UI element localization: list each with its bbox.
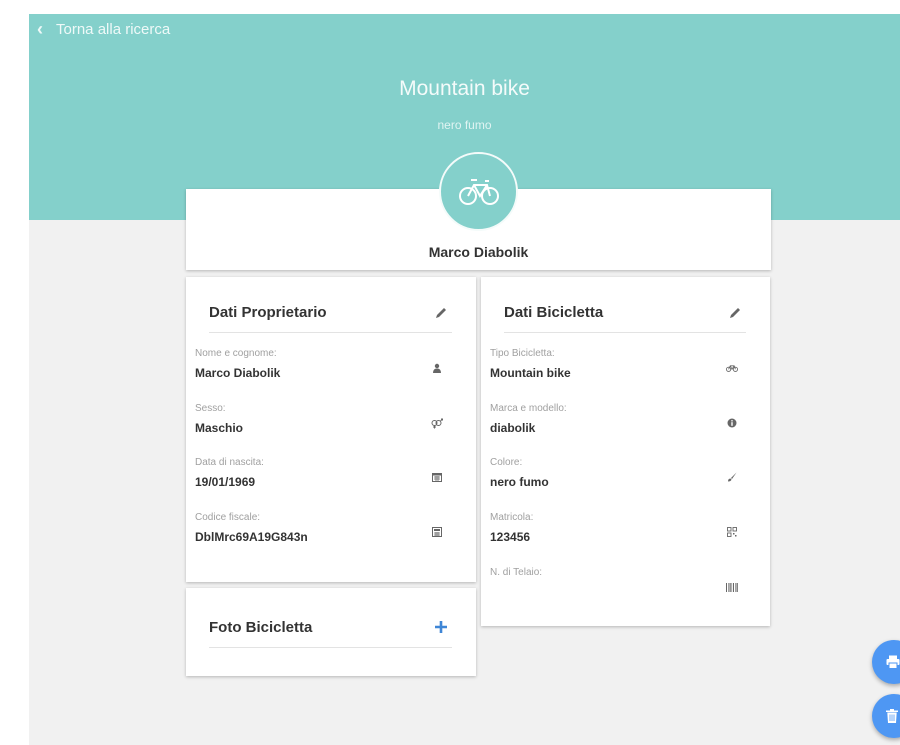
brush-icon (726, 471, 738, 483)
bike-photo-card: Foto Bicicletta (186, 588, 476, 676)
calendar-icon (431, 471, 443, 483)
page-subtitle: nero fumo (437, 118, 492, 132)
field-value: Mountain bike (490, 366, 571, 380)
owner-field-gender: Sesso: Maschio (195, 403, 453, 435)
field-value: Maschio (195, 421, 244, 435)
chevron-left-icon: ‹ (37, 19, 43, 39)
bike-avatar (439, 152, 518, 231)
bike-field-type: Tipo Bicicletta: Mountain bike (490, 348, 748, 380)
pencil-icon[interactable] (434, 305, 448, 319)
plus-icon (435, 621, 447, 633)
bike-field-brand: Marca e modello: diabolik (490, 403, 748, 435)
field-label: Colore: (490, 457, 523, 468)
field-label: Sesso: (195, 403, 226, 414)
page-title: Mountain bike (399, 77, 530, 100)
field-label: Matricola: (490, 512, 534, 523)
field-value: Marco Diabolik (195, 366, 281, 380)
owner-field-birthdate: Data di nascita: 19/01/1969 (195, 457, 453, 489)
field-label: N. di Telaio: (490, 567, 543, 578)
bike-card-title: Dati Bicicletta (504, 304, 604, 321)
bike-field-frame-number: N. di Telaio: (490, 567, 748, 592)
field-label: Data di nascita: (195, 457, 264, 468)
back-link[interactable]: ‹ Torna alla ricerca (37, 20, 170, 38)
info-icon (726, 417, 738, 429)
bike-data-card: Dati Bicicletta Tipo Bicicletta: Mountai… (481, 277, 770, 626)
field-label: Tipo Bicicletta: (490, 348, 555, 359)
owner-card-title: Dati Proprietario (209, 304, 327, 321)
user-icon (431, 362, 443, 374)
photo-card-title: Foto Bicicletta (209, 619, 313, 636)
qrcode-icon (726, 526, 738, 538)
bike-field-color: Colore: nero fumo (490, 457, 748, 489)
pencil-icon[interactable] (728, 305, 742, 319)
field-label: Codice fiscale: (195, 512, 261, 523)
field-value: nero fumo (490, 475, 549, 489)
calculator-icon (431, 526, 443, 538)
owner-data-card: Dati Proprietario Nome e cognome: Marco … (186, 277, 476, 582)
bicycle-icon (458, 178, 499, 205)
owner-field-fiscal-code: Codice fiscale: DblMrc69A19G843n (195, 512, 453, 544)
barcode-icon (726, 581, 738, 593)
add-photo-button[interactable] (434, 620, 448, 634)
trash-icon (886, 709, 898, 723)
owner-card-header: Dati Proprietario (209, 301, 452, 333)
field-label: Nome e cognome: (195, 348, 277, 359)
field-value: 123456 (490, 530, 531, 544)
field-value: 19/01/1969 (195, 475, 256, 489)
photo-card-header: Foto Bicicletta (209, 616, 452, 648)
bicycle-icon (726, 362, 738, 374)
bike-field-serial: Matricola: 123456 (490, 512, 748, 544)
back-link-label: Torna alla ricerca (56, 20, 171, 38)
owner-name: Marco Diabolik (428, 244, 529, 260)
field-label: Marca e modello: (490, 403, 567, 414)
bike-card-header: Dati Bicicletta (504, 301, 746, 333)
owner-field-name: Nome e cognome: Marco Diabolik (195, 348, 453, 380)
field-value: DblMrc69A19G843n (195, 530, 308, 544)
field-value: diabolik (490, 421, 536, 435)
gender-icon (431, 417, 443, 429)
print-icon (886, 655, 900, 669)
